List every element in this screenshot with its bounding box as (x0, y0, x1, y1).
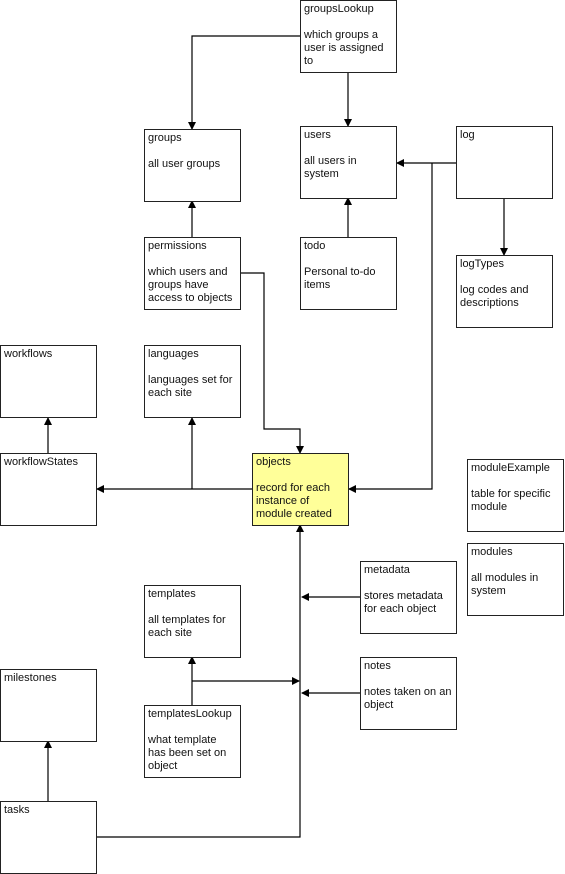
table-desc: which users and groups have access to ob… (148, 266, 233, 304)
table-desc: notes taken on an object (364, 686, 452, 711)
table-name: logTypes (460, 258, 505, 270)
table-desc: all users in system (304, 155, 357, 180)
table-name: todo (304, 240, 326, 252)
table-name: modules (471, 546, 513, 558)
table-notes: notes notes taken on an object (360, 657, 457, 730)
table-desc: record for each instance of module creat… (256, 482, 332, 520)
table-desc: languages set for each site (148, 374, 233, 399)
table-desc: log codes and descriptions (460, 284, 529, 309)
table-templatesLookup: templatesLookup what template has been se… (144, 705, 241, 778)
table-desc: table for specific module (471, 488, 551, 513)
table-name: metadata (364, 564, 410, 576)
table-desc: which groups a user is assigned to (304, 29, 384, 67)
table-name: languages (148, 348, 199, 360)
table-templates: templates all templates for each site (144, 585, 241, 658)
table-moduleExample: moduleExample table for specific module (467, 459, 564, 532)
edge-log-objects (348, 163, 433, 493)
table-name: objects (256, 456, 291, 468)
table-users: users all users in system (300, 126, 397, 199)
table-name: notes (364, 660, 391, 672)
table-milestones: milestones (0, 669, 97, 742)
table-name: templates (148, 588, 196, 600)
table-modules: modules all modules in system (467, 543, 564, 616)
table-permissions: permissions which users and groups have a… (144, 237, 241, 310)
table-objects: objects record for each instance of modul… (252, 453, 349, 526)
table-logTypes: logTypes log codes and descriptions (456, 255, 553, 328)
table-name: workflowStates (4, 456, 78, 468)
table-log: log (456, 126, 553, 199)
table-name: groupsLookup (304, 3, 374, 15)
table-name: workflows (4, 348, 53, 360)
table-languages: languages languages set for each site (144, 345, 241, 418)
edge-permissions-objects (240, 272, 304, 454)
table-groupsLookup: groupsLookup which groups a user is assig… (300, 0, 397, 73)
table-desc: all user groups (148, 158, 221, 170)
table-name: milestones (4, 672, 57, 684)
edge-groupsLookup-groups (188, 35, 300, 130)
table-desc: what template has been set on object (148, 734, 227, 772)
table-tasks: tasks (0, 801, 97, 874)
table-desc: all modules in system (471, 572, 539, 597)
table-name: permissions (148, 240, 207, 252)
table-metadata: metadata stores metadata for each object (360, 561, 457, 634)
table-name: users (304, 129, 331, 141)
table-name: groups (148, 132, 182, 144)
table-todo: todo Personal to-do items (300, 237, 397, 310)
table-groups: groups all user groups (144, 129, 241, 202)
table-workflows: workflows (0, 345, 97, 418)
table-name: tasks (4, 804, 30, 816)
table-name: moduleExample (471, 462, 550, 474)
table-name: templatesLookup (148, 708, 232, 720)
table-name: log (460, 129, 475, 141)
table-workflowStates: workflowStates (0, 453, 97, 526)
table-desc: stores metadata for each object (364, 590, 443, 615)
table-desc: Personal to-do items (304, 266, 376, 291)
table-desc: all templates for each site (148, 614, 226, 639)
